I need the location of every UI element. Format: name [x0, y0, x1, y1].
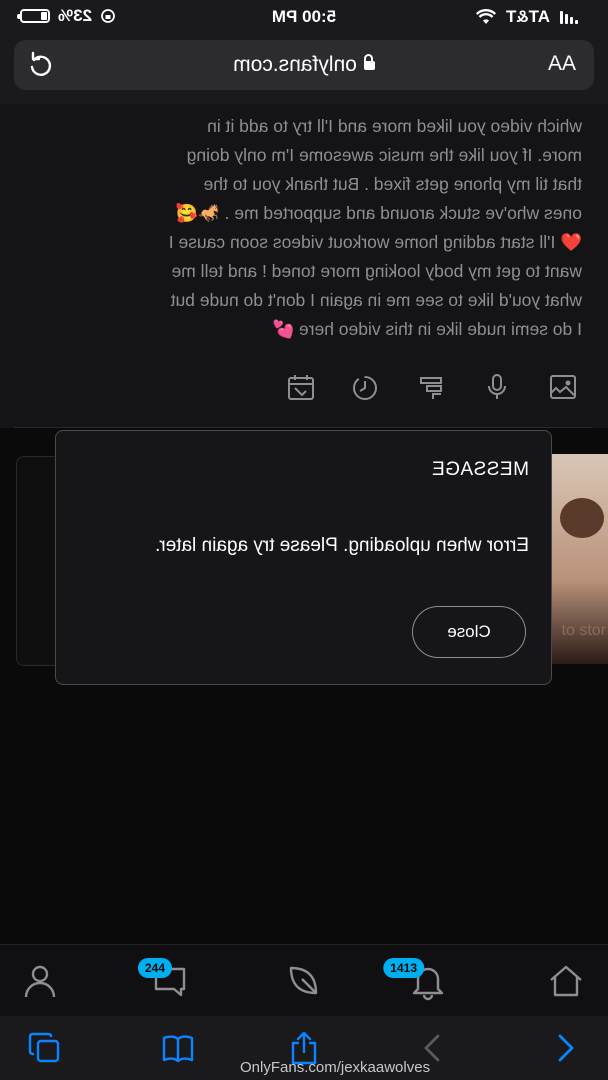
toolbar-url-text: OnlyFans.com/jexkaawolves [240, 1059, 431, 1076]
profile-icon[interactable] [20, 961, 60, 1001]
notifications-badge: 1413 [383, 958, 424, 978]
thumbnail-figure [560, 498, 604, 538]
bookmarks-icon[interactable] [160, 1030, 196, 1066]
app-bottom-nav: 1413 244 [0, 944, 608, 1017]
address-bar[interactable]: AA onlyfans.com [14, 40, 594, 90]
post-line: ❤️ I'll start adding home workout videos… [168, 232, 582, 252]
browser-toolbar: OnlyFans.com/jexkaawolves [0, 1016, 608, 1080]
battery-percent: 23% [58, 6, 93, 25]
post-line: want to get my body looking more toned !… [171, 261, 582, 281]
calendar-icon[interactable] [286, 372, 316, 402]
timer-icon[interactable] [350, 372, 380, 402]
domain-label: onlyfans.com [233, 53, 357, 76]
post-line: that til my phone gets fixed . But thank… [203, 174, 582, 194]
post-composer: which video you liked more and I'll try … [0, 104, 608, 428]
post-line: which video you liked more and I'll try … [207, 116, 582, 136]
post-line: I do semi nude like in this video here 💕 [272, 319, 582, 339]
post-text[interactable]: which video you liked more and I'll try … [22, 112, 582, 344]
poll-icon[interactable] [416, 372, 446, 402]
close-button[interactable]: Close [412, 606, 526, 658]
thumbnail-caption: to stor [561, 622, 606, 639]
post-line: what you'd like to see me in again I don… [170, 290, 582, 310]
lock-icon [363, 60, 375, 70]
battery-icon [20, 9, 50, 23]
messages-badge: 244 [137, 958, 172, 978]
battery-level [41, 12, 47, 20]
error-dialog: MESSAGE Error when uploading. Please try… [55, 430, 552, 685]
mirrored-screen: AT&T 5:00 PM 23% AA onlyfans.com which v… [0, 0, 608, 1080]
orientation-lock-icon [101, 9, 115, 23]
status-bar: AT&T 5:00 PM 23% [0, 0, 608, 34]
post-line: ones who've stuck around and supported m… [176, 203, 582, 223]
microphone-icon[interactable] [482, 372, 512, 402]
post-line: more. If you like the music awesome I'm … [186, 145, 582, 165]
add-post-icon[interactable] [284, 961, 324, 1001]
url-display[interactable]: onlyfans.com [14, 53, 594, 77]
reload-icon[interactable] [26, 50, 56, 80]
back-icon[interactable] [546, 1030, 582, 1066]
dialog-title: MESSAGE [431, 459, 529, 480]
toolbar-url: OnlyFans.com/jexkaawolves [240, 1059, 430, 1076]
status-right: 23% [20, 6, 116, 26]
dialog-message: Error when uploading. Please try again l… [155, 535, 529, 556]
browser-header: AA onlyfans.com [0, 34, 608, 104]
thumbnail-image[interactable]: to stor [552, 454, 608, 664]
home-icon[interactable] [546, 961, 586, 1001]
tabs-icon[interactable] [26, 1030, 62, 1066]
image-icon[interactable] [548, 372, 578, 402]
post-tools [0, 366, 608, 406]
